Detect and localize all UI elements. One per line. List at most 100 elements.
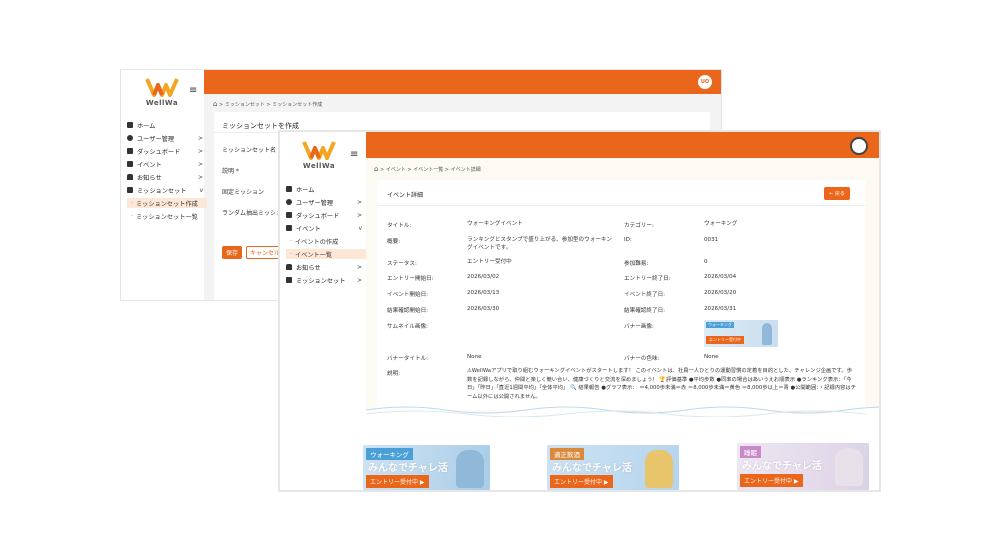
home-icon <box>286 186 292 192</box>
detail-value-summary: ランキングとスタンプで盛り上がる、参加型のウォーキングイベントです。 <box>467 237 612 251</box>
home-icon[interactable]: ⌂ <box>374 165 378 173</box>
sidebar-subitem-create-event[interactable]: · イベントの作成 <box>286 236 366 246</box>
detail-value-result-start: 2026/03/30 <box>467 306 500 312</box>
chevron-right-icon: > <box>356 276 362 284</box>
detail-label: サムネイル画像: <box>387 324 428 330</box>
top-bar <box>204 70 721 94</box>
detail-label: タイトル: <box>387 223 412 229</box>
sidebar-item-notices[interactable]: お知らせ > <box>127 172 207 182</box>
chevron-right-icon: > <box>197 173 203 181</box>
banner-drinking[interactable]: 適正飲酒 みんなでチャレ活 エントリー受付中 ▶ <box>547 445 679 490</box>
bell-icon <box>127 174 133 180</box>
calendar-icon <box>286 225 292 231</box>
sidebar-item-home[interactable]: ホーム <box>127 120 207 130</box>
entry-button[interactable]: エントリー受付中 ▶ <box>740 474 803 487</box>
avatar[interactable]: UO <box>696 73 714 91</box>
sidebar-subitem-create[interactable]: · ミッションセット作成 <box>127 198 207 208</box>
wellwa-logo-icon <box>145 78 179 97</box>
banner-walking[interactable]: ウォーキング みんなでチャレ活 エントリー受付中 ▶ <box>363 445 490 490</box>
chevron-right-icon: > <box>356 211 362 219</box>
detail-label: 結果確認開始日: <box>387 308 429 314</box>
detail-label: エントリー開始日: <box>387 276 434 282</box>
sidebar: WellWa ≡ ホーム ユーザー管理 > ダッシュボード > イベント > お知らせ… <box>121 70 207 300</box>
banner-sleep[interactable]: 睡眠 みんなでチャレ活 エントリー受付中 ▶ <box>737 443 869 490</box>
sidebar-item-events[interactable]: イベント > <box>127 159 207 169</box>
sidebar-item-events[interactable]: イベント v <box>286 223 366 233</box>
field-label-name: ミッションセット名 * <box>222 147 281 154</box>
brand-name: WellWa <box>145 99 179 107</box>
detail-label: バナー画像: <box>624 324 654 330</box>
top-bar <box>366 132 879 158</box>
sidebar-item-dashboard[interactable]: ダッシュボード > <box>127 146 207 156</box>
bullet-icon: · <box>290 237 292 245</box>
detail-value-entry-start: 2026/03/02 <box>467 274 500 280</box>
mission-icon <box>286 277 292 283</box>
detail-value-difficulty: 0 <box>704 259 708 265</box>
detail-label: イベント開始日: <box>387 292 429 298</box>
sidebar-item-label: ミッションセット一覧 <box>135 213 198 221</box>
sidebar-item-label: ユーザー管理 <box>296 199 334 207</box>
detail-label: 概要: <box>387 239 401 245</box>
chevron-down-icon: v <box>358 224 362 232</box>
sidebar-item-home[interactable]: ホーム <box>286 184 366 194</box>
banner-image-thumbnail[interactable]: ウォーキング エントリー受付中 <box>704 320 778 347</box>
sidebar-item-mission-set[interactable]: ミッションセット > <box>286 275 366 285</box>
sidebar-item-label: お知らせ <box>296 264 321 272</box>
banner-headline: みんなでチャレ活 <box>552 463 632 474</box>
sidebar-item-label: ホーム <box>296 186 315 194</box>
detail-label: 結果確認終了日: <box>624 308 666 314</box>
divider <box>377 205 865 206</box>
sidebar-item-label: お知らせ <box>137 174 162 182</box>
sidebar-item-users[interactable]: ユーザー管理 > <box>127 133 207 143</box>
brand-name: WellWa <box>302 162 336 170</box>
event-detail-window: WellWa ≡ ホーム ユーザー管理 > ダッシュボード > イベント v · イベン… <box>278 130 881 492</box>
bullet-icon: · <box>131 199 133 207</box>
sidebar-item-label: ホーム <box>137 122 156 130</box>
sidebar-item-label: イベント <box>137 161 162 169</box>
sidebar-subitem-list[interactable]: · ミッションセット一覧 <box>127 211 207 221</box>
sidebar-item-mission-set[interactable]: ミッションセット v <box>127 185 207 195</box>
sidebar-item-label: ダッシュボード <box>296 212 340 220</box>
event-detail-card: イベント詳細 ← 戻る タイトル: ウォーキングイベント カテゴリー: ウォーキ… <box>377 180 865 410</box>
detail-value-event-end: 2026/03/20 <box>704 290 737 296</box>
sidebar-item-users[interactable]: ユーザー管理 > <box>286 197 366 207</box>
avatar[interactable] <box>850 137 868 155</box>
breadcrumb: ⌂ > ミッションセット > ミッションセット作成 <box>213 100 322 108</box>
detail-value-id: 0031 <box>704 237 719 243</box>
detail-value-result-end: 2026/03/31 <box>704 306 737 312</box>
sidebar-item-label: ユーザー管理 <box>137 135 175 143</box>
detail-value-category: ウォーキング <box>704 221 738 227</box>
banner-headline: みんなでチャレ活 <box>742 461 822 472</box>
chart-icon <box>286 212 292 218</box>
logo[interactable]: WellWa <box>145 77 179 107</box>
home-icon <box>127 122 133 128</box>
entry-button[interactable]: エントリー受付中 ▶ <box>550 475 613 488</box>
sidebar-subitem-event-list[interactable]: · イベント一覧 <box>286 249 366 259</box>
detail-value-event-start: 2026/03/13 <box>467 290 500 296</box>
user-icon <box>127 135 133 141</box>
menu-icon[interactable]: ≡ <box>350 149 358 160</box>
logo[interactable]: WellWa <box>302 140 336 170</box>
home-icon[interactable]: ⌂ <box>213 100 217 108</box>
sidebar-item-label: イベント一覧 <box>294 251 333 259</box>
page-title: イベント詳細 <box>387 192 424 199</box>
banner-headline: みんなでチャレ活 <box>368 463 448 474</box>
sidebar-item-label: イベント <box>296 225 321 233</box>
save-button[interactable]: 保存 <box>222 246 242 259</box>
sidebar-item-notices[interactable]: お知らせ > <box>286 262 366 272</box>
chart-icon <box>127 148 133 154</box>
sidebar-item-dashboard[interactable]: ダッシュボード > <box>286 210 366 220</box>
chevron-right-icon: > <box>356 198 362 206</box>
detail-value-description: ⚠WellWaアプリで取り組むウォーキングイベントがスタートします！ このイベン… <box>467 368 857 400</box>
back-button[interactable]: ← 戻る <box>824 187 850 200</box>
detail-value-entry-end: 2026/03/04 <box>704 274 737 280</box>
chevron-right-icon: > <box>356 263 362 271</box>
entry-button[interactable]: エントリー受付中 ▶ <box>366 475 429 488</box>
mission-icon <box>127 187 133 193</box>
wellwa-logo-icon <box>302 141 336 160</box>
breadcrumb-text: > ミッションセット > ミッションセット作成 <box>219 102 323 108</box>
sidebar-item-label: ダッシュボード <box>137 148 181 156</box>
sidebar-item-label: ミッションセット <box>137 187 187 195</box>
menu-icon[interactable]: ≡ <box>189 85 197 96</box>
chevron-right-icon: > <box>197 147 203 155</box>
